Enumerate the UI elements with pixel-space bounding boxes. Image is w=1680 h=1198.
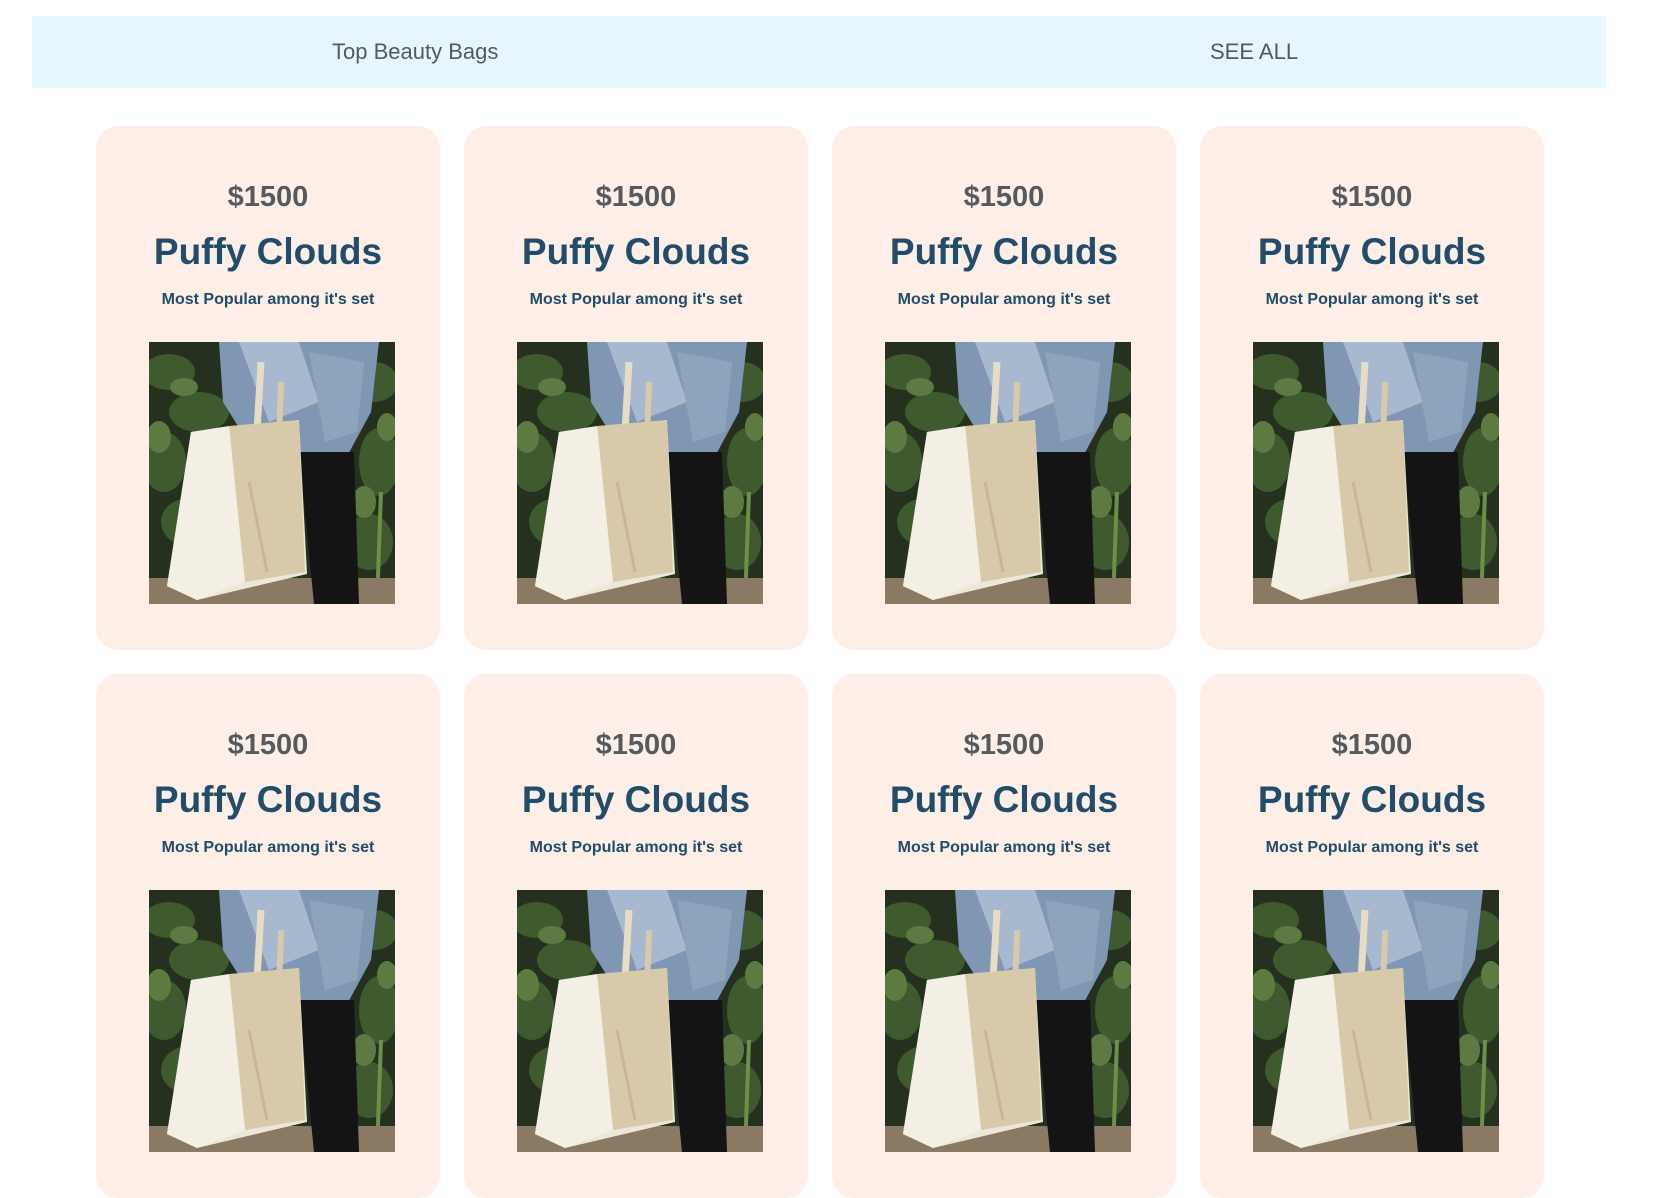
product-price: $1500 xyxy=(595,181,677,213)
product-name: Puffy Clouds xyxy=(889,779,1119,820)
product-price: $1500 xyxy=(1331,181,1413,213)
section-header: Top Beauty Bags SEE ALL xyxy=(32,16,1606,88)
tote-bag-image xyxy=(885,342,1131,604)
product-subtitle: Most Popular among it's set xyxy=(897,839,1111,856)
product-name: Puffy Clouds xyxy=(521,779,751,820)
product-card[interactable]: $1500 Puffy Clouds Most Popular among it… xyxy=(832,674,1176,1198)
product-name: Puffy Clouds xyxy=(521,231,751,272)
tote-bag-photo[interactable] xyxy=(149,890,395,1152)
product-card[interactable]: $1500 Puffy Clouds Most Popular among it… xyxy=(96,126,440,650)
product-price: $1500 xyxy=(227,181,309,213)
tote-bag-photo[interactable] xyxy=(517,342,763,604)
product-price: $1500 xyxy=(227,729,309,761)
product-card[interactable]: $1500 Puffy Clouds Most Popular among it… xyxy=(832,126,1176,650)
tote-bag-image xyxy=(1253,890,1499,1152)
product-subtitle: Most Popular among it's set xyxy=(529,839,743,856)
product-card[interactable]: $1500 Puffy Clouds Most Popular among it… xyxy=(464,674,808,1198)
tote-bag-image xyxy=(149,890,395,1152)
tote-bag-photo[interactable] xyxy=(1253,342,1499,604)
product-price: $1500 xyxy=(963,729,1045,761)
product-subtitle: Most Popular among it's set xyxy=(161,291,375,308)
product-subtitle: Most Popular among it's set xyxy=(1265,291,1479,308)
tote-bag-photo[interactable] xyxy=(517,890,763,1152)
tote-bag-photo[interactable] xyxy=(149,342,395,604)
tote-bag-image xyxy=(1253,342,1499,604)
product-subtitle: Most Popular among it's set xyxy=(529,291,743,308)
product-name: Puffy Clouds xyxy=(153,231,383,272)
product-card[interactable]: $1500 Puffy Clouds Most Popular among it… xyxy=(464,126,808,650)
tote-bag-photo[interactable] xyxy=(885,342,1131,604)
tote-bag-image xyxy=(885,890,1131,1152)
product-price: $1500 xyxy=(1331,729,1413,761)
product-card[interactable]: $1500 Puffy Clouds Most Popular among it… xyxy=(1200,674,1544,1198)
product-name: Puffy Clouds xyxy=(1257,231,1487,272)
product-card[interactable]: $1500 Puffy Clouds Most Popular among it… xyxy=(96,674,440,1198)
product-subtitle: Most Popular among it's set xyxy=(161,839,375,856)
product-name: Puffy Clouds xyxy=(889,231,1119,272)
product-name: Puffy Clouds xyxy=(153,779,383,820)
see-all-link[interactable]: SEE ALL xyxy=(1210,16,1298,88)
product-price: $1500 xyxy=(963,181,1045,213)
tote-bag-image xyxy=(149,342,395,604)
tote-bag-photo[interactable] xyxy=(885,890,1131,1152)
product-price: $1500 xyxy=(595,729,677,761)
product-card[interactable]: $1500 Puffy Clouds Most Popular among it… xyxy=(1200,126,1544,650)
product-subtitle: Most Popular among it's set xyxy=(1265,839,1479,856)
tote-bag-image xyxy=(517,342,763,604)
tote-bag-image xyxy=(517,890,763,1152)
tote-bag-photo[interactable] xyxy=(1253,890,1499,1152)
product-name: Puffy Clouds xyxy=(1257,779,1487,820)
section-title[interactable]: Top Beauty Bags xyxy=(332,16,498,88)
product-grid: $1500 Puffy Clouds Most Popular among it… xyxy=(96,126,1556,1198)
product-subtitle: Most Popular among it's set xyxy=(897,291,1111,308)
